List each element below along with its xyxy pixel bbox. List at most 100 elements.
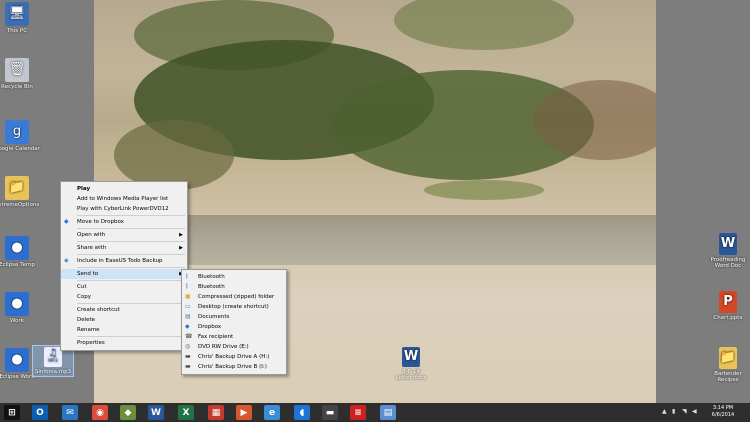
context-menu-item[interactable]: Open with ▶	[61, 230, 187, 240]
desktop-icon-3[interactable]: 📁 ExtremeOptions	[0, 176, 40, 208]
send-to-item[interactable]: ᛒ Bluetooth	[182, 272, 286, 282]
send-to-item[interactable]: ▬ Chris' Backup Drive B (I:)	[182, 362, 286, 372]
taskbar-word-icon[interactable]: W	[148, 405, 164, 420]
send-to-item-label: Fax recipient	[198, 334, 234, 340]
context-menu-item[interactable]: Share with ▶	[61, 243, 187, 253]
send-to-item[interactable]: ◆ Dropbox	[182, 322, 286, 332]
desktop-icon: ▭	[185, 303, 191, 310]
desktop-icon-right-0[interactable]: W Proofreading Word Doc	[705, 233, 750, 269]
send-to-item-label: Documents	[198, 314, 230, 320]
desktop-shortcut-icon: g	[5, 120, 29, 144]
documents-icon: ▤	[185, 313, 191, 320]
send-to-item[interactable]: ▭ Desktop (create shortcut)	[182, 302, 286, 312]
send-to-item-label: DVD RW Drive (E:)	[198, 344, 249, 350]
taskbar-calculator-icon[interactable]: ▦	[208, 405, 224, 420]
send-to-item[interactable]: ▤ Documents	[182, 312, 286, 322]
context-menu-item-label: Create shortcut	[77, 307, 120, 313]
menu-separator	[77, 254, 185, 255]
taskbar-app-tool-icon[interactable]: ◆	[120, 405, 136, 420]
desktop-icon-right-2[interactable]: 📁 Bartender Recipes	[705, 347, 750, 383]
context-menu-item[interactable]: Create shortcut	[61, 305, 187, 315]
context-menu-item-label: Play	[77, 186, 91, 192]
desktop-file-icon: W	[719, 233, 737, 255]
desktop-icon-label: Recycle Bin	[1, 84, 33, 90]
context-menu-item[interactable]: Play	[61, 184, 187, 194]
desktop-icon-right-1[interactable]: P Chart.pptx	[705, 291, 750, 321]
taskbar-ruler-icon[interactable]: ≡	[350, 405, 366, 420]
send-to-item-label: Chris' Backup Drive A (H:)	[198, 354, 270, 360]
taskbar-clock[interactable]: 3:14 PM 6/6/2014	[705, 405, 741, 419]
taskbar-start-orb-icon[interactable]: ⊞	[4, 405, 20, 420]
send-to-item[interactable]: ᛒ Bluetooth	[182, 282, 286, 292]
desktop-shortcut-icon: 🖥	[5, 2, 29, 26]
context-menu-item[interactable]: ◆ Move to Dropbox	[61, 217, 187, 227]
desktop-shortcut-icon: ●	[5, 236, 29, 260]
menu-separator	[77, 303, 185, 304]
context-menu-item-label: Properties	[77, 340, 105, 346]
menu-separator	[77, 267, 185, 268]
context-menu: Play Add to Windows Media Player list Play…	[60, 181, 188, 351]
desktop-icon-5[interactable]: ● Work	[0, 292, 40, 324]
taskbar-media-player-icon[interactable]: ▶	[236, 405, 252, 420]
context-menu-item[interactable]: Cut	[61, 282, 187, 292]
menu-separator	[77, 241, 185, 242]
taskbar-shield-icon[interactable]: ◖	[294, 405, 310, 420]
tray-volume-icon[interactable]: ◀	[692, 408, 697, 415]
dvd-icon: ◎	[185, 343, 191, 350]
desktop-icon-label: Bartender Recipes	[714, 371, 742, 383]
dropbox-icon: ◆	[64, 218, 69, 225]
bluetooth-icon: ᛒ	[185, 283, 189, 290]
send-to-item-label: Chris' Backup Drive B (I:)	[198, 364, 267, 370]
desktop-shortcut-icon: 🗑	[5, 58, 29, 82]
taskbar-chrome-icon[interactable]: ◉	[92, 405, 108, 420]
send-to-item[interactable]: ◎ DVD RW Drive (E:)	[182, 342, 286, 352]
desktop-icon-label: This PC	[6, 28, 28, 34]
context-menu-item[interactable]: Delete	[61, 315, 187, 325]
desktop-icon-4[interactable]: ● Eclipse Temp	[0, 236, 40, 268]
taskbar-excel-icon[interactable]: X	[178, 405, 194, 420]
context-menu-item[interactable]: Properties	[61, 338, 187, 348]
desktop-icon-label: Google Calendar	[0, 146, 40, 152]
tray-network-icon[interactable]: ▲	[662, 408, 667, 415]
taskbar-edge-icon[interactable]: e	[264, 405, 280, 420]
desktop-icon-1[interactable]: 🗑 Recycle Bin	[0, 58, 40, 90]
context-menu-item-label: Move to Dropbox	[77, 219, 124, 225]
desktop-shortcut-icon: ●	[5, 292, 29, 316]
send-to-item[interactable]: ▣ Compressed (zipped) folder	[182, 292, 286, 302]
taskbar-doc-icon[interactable]: ▤	[380, 405, 396, 420]
send-to-item[interactable]: ☎ Fax recipient	[182, 332, 286, 342]
taskbar-outlook-icon[interactable]: O	[32, 405, 48, 420]
tray-battery-icon[interactable]: ▮	[672, 408, 675, 415]
tray-wifi-icon[interactable]: ◥	[682, 408, 687, 415]
send-to-item-label: Compressed (zipped) folder	[198, 294, 275, 300]
desktop-file-icon: 📁	[719, 347, 737, 369]
context-menu-item[interactable]: Copy	[61, 292, 187, 302]
context-menu-item[interactable]: Send to▶	[61, 269, 187, 279]
taskbar-chest-icon[interactable]: ▬	[322, 405, 338, 420]
context-menu-item-label: Delete	[77, 317, 96, 323]
desktop-file-letter[interactable]: W 3-6-14 Letter.docx	[388, 347, 434, 381]
desktop-icon-2[interactable]: g Google Calendar	[0, 120, 40, 152]
clock-date: 6/6/2014	[711, 412, 735, 418]
send-to-item-label: Bluetooth	[198, 284, 225, 290]
context-menu-item[interactable]: Play with CyberLink PowerDVD12	[61, 204, 187, 214]
context-menu-item[interactable]: Rename	[61, 325, 187, 335]
context-menu-item-label: Send to	[77, 271, 99, 277]
context-menu-item-label: Cut	[77, 284, 87, 290]
taskbar-thunderbird-icon[interactable]: ✉	[62, 405, 78, 420]
menu-separator	[77, 280, 185, 281]
dropbox-icon: ◆	[185, 323, 190, 330]
drive-icon: ▬	[185, 353, 191, 360]
menu-separator	[77, 215, 185, 216]
desktop-shortcut-icon: 📁	[5, 176, 29, 200]
context-menu-item-label: Rename	[77, 327, 100, 333]
desktop-icon-label: Chart.pptx	[713, 315, 743, 321]
desktop-icon-0[interactable]: 🖥 This PC	[0, 2, 40, 34]
desktop-icon-label: ExtremeOptions	[0, 202, 40, 208]
fax-icon: ☎	[185, 333, 193, 340]
context-menu-item[interactable]: ◈ Include in EaseUS Todo Backup	[61, 256, 187, 266]
context-menu-item[interactable]: Add to Windows Media Player list	[61, 194, 187, 204]
send-to-item[interactable]: ▬ Chris' Backup Drive A (H:)	[182, 352, 286, 362]
context-menu-item-label: Share with	[77, 245, 107, 251]
context-menu-item-label: Open with	[77, 232, 106, 238]
